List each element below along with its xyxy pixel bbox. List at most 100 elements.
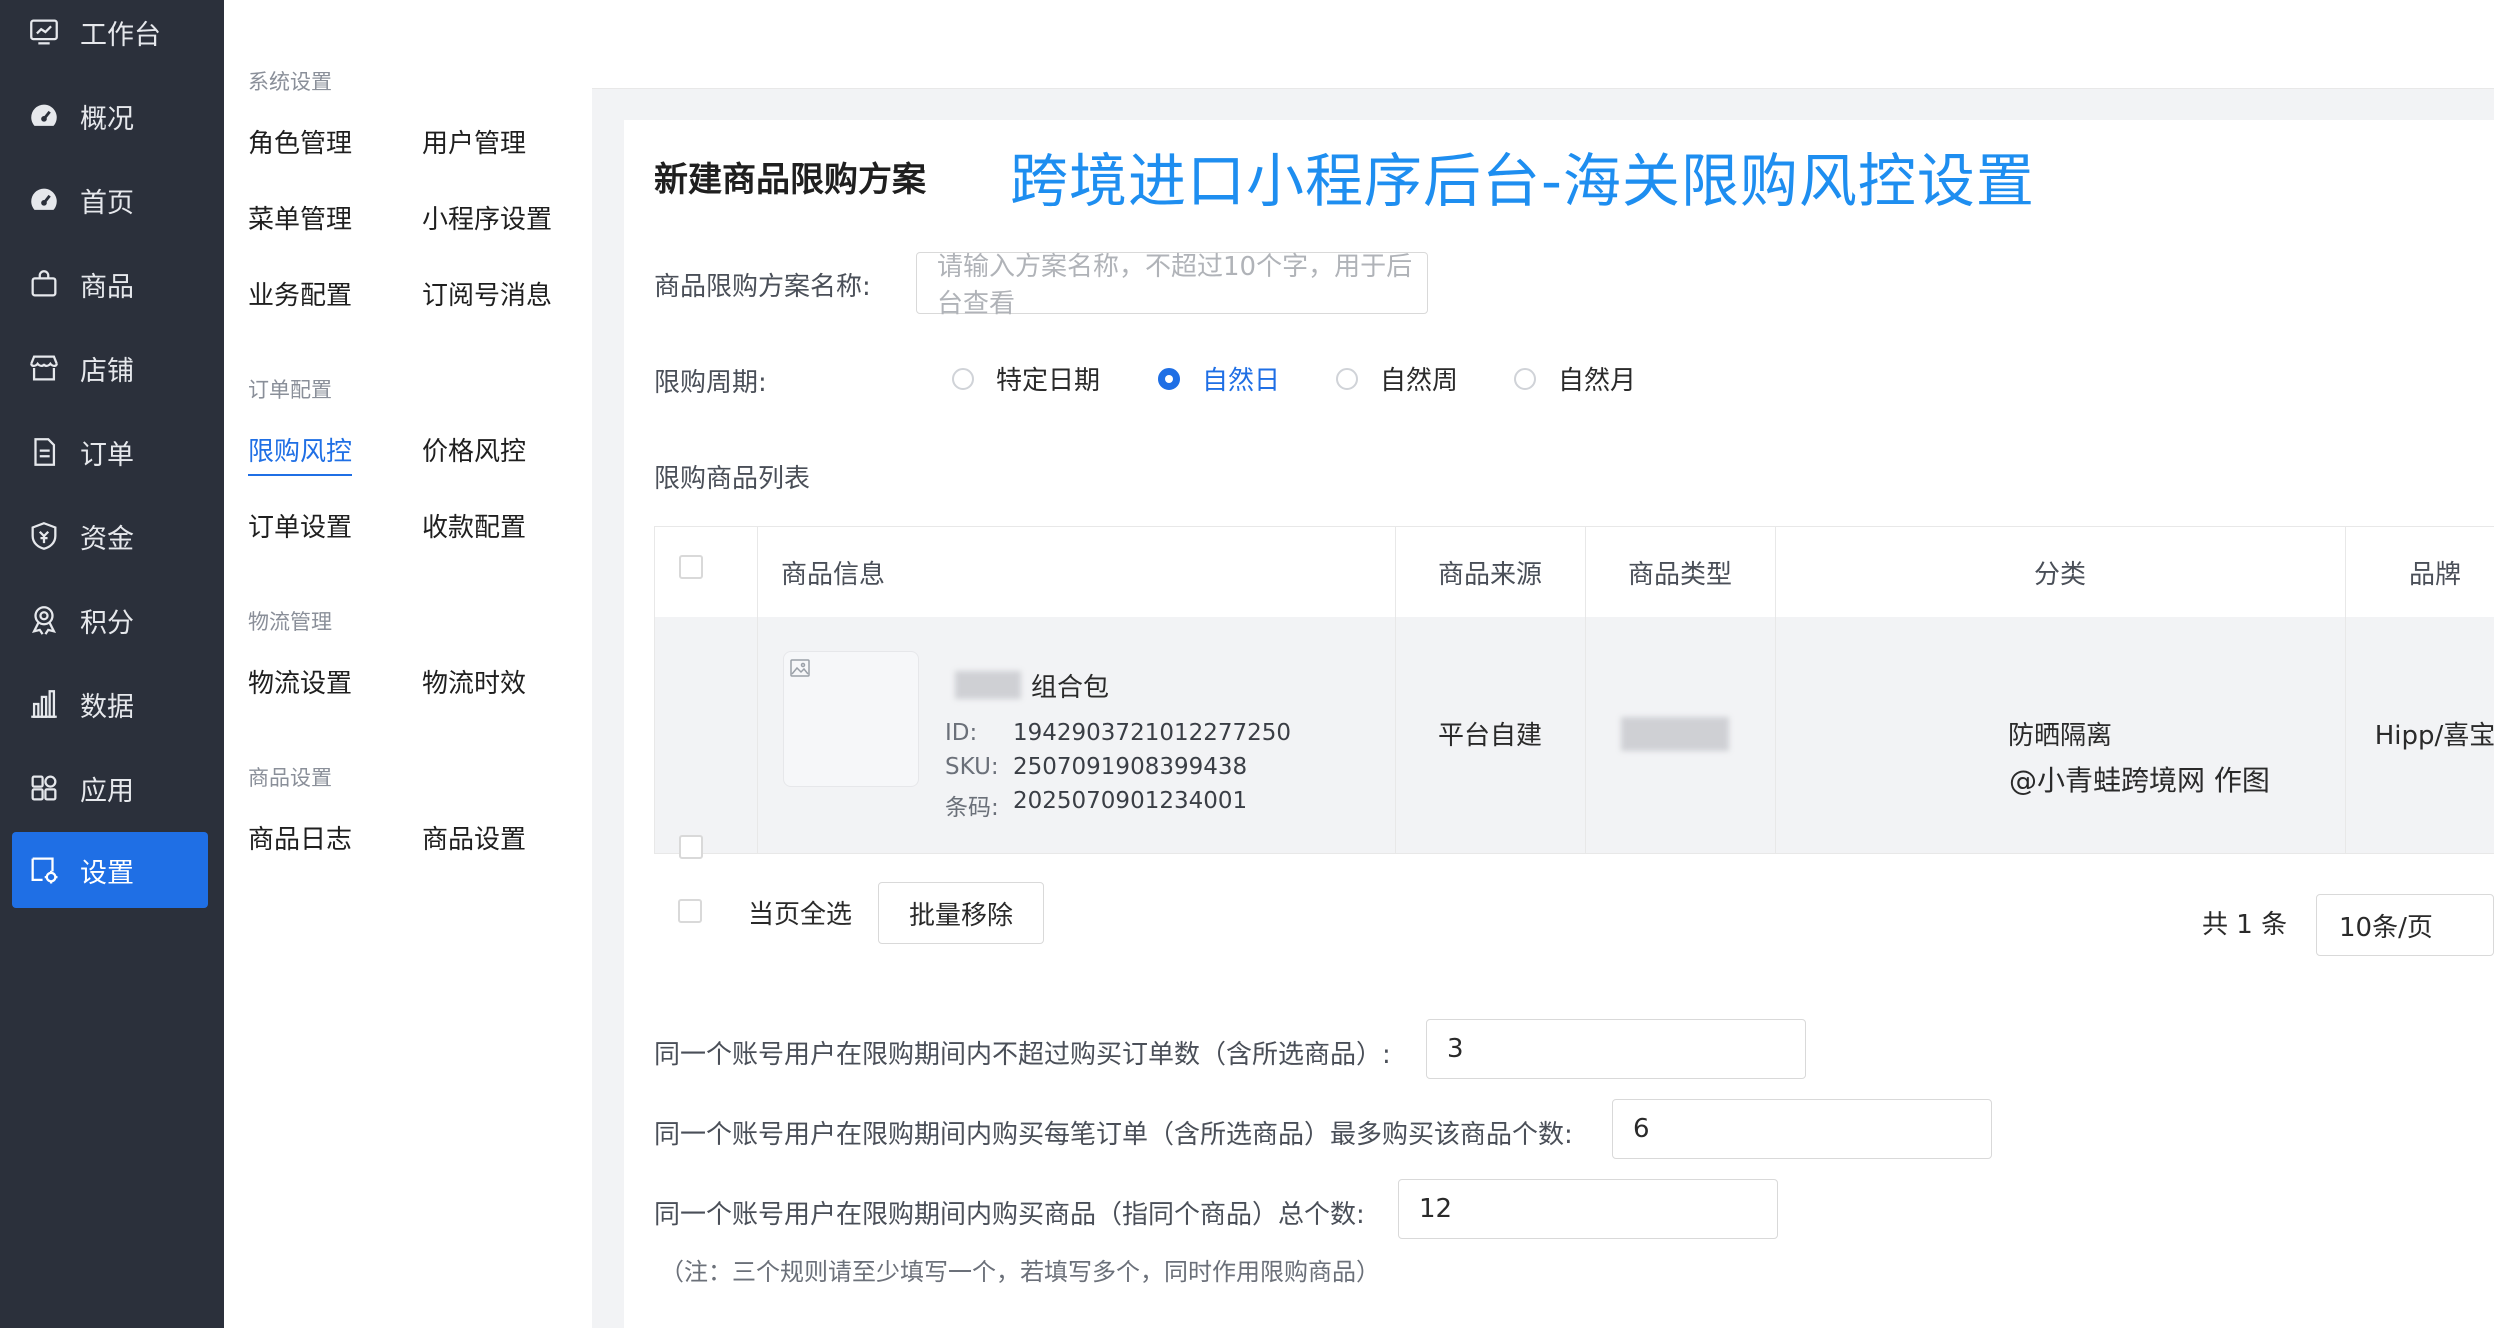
- radio-natural-week[interactable]: 自然周: [1336, 360, 1458, 397]
- radio-label: 自然日: [1202, 366, 1281, 396]
- product-sku-label: SKU:: [945, 754, 999, 780]
- submenu-group-title: 系统设置: [248, 70, 332, 94]
- column-divider: [757, 527, 758, 853]
- points-medal-icon: [26, 602, 62, 638]
- product-brand: Hipp/喜宝: [2374, 721, 2494, 751]
- settings-submenu: 系统设置 角色管理 用户管理 菜单管理 小程序设置 业务配置 订阅号消息 订单配…: [224, 0, 592, 1328]
- monitor-icon: [26, 14, 62, 50]
- submenu-link-order-settings[interactable]: 订单设置: [248, 507, 352, 544]
- submenu-link-payment[interactable]: 收款配置: [422, 507, 526, 544]
- sidebar-item-funds[interactable]: 资金: [12, 498, 208, 574]
- sidebar-item-label: 数据: [80, 691, 134, 723]
- shopping-bag-icon: [26, 266, 62, 302]
- sidebar-item-label: 设置: [80, 857, 134, 889]
- radio-label: 自然周: [1380, 366, 1459, 396]
- bar-chart-icon: [26, 686, 62, 722]
- radio-label: 特定日期: [996, 366, 1101, 396]
- submenu-link-subscription[interactable]: 订阅号消息: [422, 275, 552, 312]
- column-header-category: 分类: [2033, 559, 2086, 590]
- settings-icon: [26, 852, 62, 888]
- column-header-source: 商品来源: [1437, 559, 1542, 590]
- limited-goods-table: 商品信息 商品来源 商品类型 分类 品牌 组合包 ID: 19429037210…: [654, 526, 2494, 859]
- order-document-icon: [26, 434, 62, 470]
- sidebar-item-label: 店铺: [80, 355, 134, 387]
- product-name: 组合包: [1031, 673, 1110, 703]
- submenu-group-title: 订单配置: [248, 378, 332, 402]
- submenu-link-menus[interactable]: 菜单管理: [248, 199, 352, 236]
- home-gauge-icon: [26, 182, 62, 218]
- product-source: 平台自建: [1437, 721, 1542, 751]
- rule-orders-label: 同一个账号用户在限购期间内不超过购买订单数（含所选商品）:: [654, 1040, 1391, 1070]
- main-sidebar: 工作台 概况 首页 商品 店铺 订单 资金 积分 数据 应用 设置: [0, 0, 224, 1328]
- product-id: 1942903721012277250: [1013, 720, 1292, 746]
- submenu-group-title: 商品设置: [248, 766, 332, 790]
- period-label: 限购周期:: [654, 368, 767, 398]
- total-count: 共 1 条: [2202, 910, 2288, 940]
- rule-per-order-input[interactable]: 6: [1612, 1099, 1992, 1159]
- page-select-all-label[interactable]: 当页全选: [748, 894, 852, 931]
- apps-grid-icon: [26, 770, 62, 806]
- sidebar-item-store[interactable]: 店铺: [12, 330, 208, 406]
- sidebar-item-label: 商品: [80, 271, 134, 303]
- product-barcode: 2025070901234001: [1013, 788, 1248, 814]
- product-barcode-label: 条码:: [945, 795, 999, 821]
- main-content-card: 新建商品限购方案 跨境进口小程序后台-海关限购风控设置 商品限购方案名称: 请输…: [624, 120, 2494, 1328]
- watermark-text: @小青蛙跨境网 作图: [2009, 764, 2270, 797]
- submenu-link-roles[interactable]: 角色管理: [248, 123, 352, 160]
- rule-total-label: 同一个账号用户在限购期间内购买商品（指同个商品）总个数:: [654, 1200, 1365, 1230]
- page-banner: 跨境进口小程序后台-海关限购风控设置: [1010, 147, 2035, 215]
- top-bar: [592, 0, 2494, 89]
- submenu-link-logistics-time[interactable]: 物流时效: [422, 663, 526, 700]
- sidebar-item-label: 订单: [80, 439, 134, 471]
- page-title: 新建商品限购方案: [654, 160, 926, 200]
- select-all-checkbox-header[interactable]: [679, 555, 703, 579]
- page-size-select[interactable]: 10条/页: [2316, 894, 2494, 956]
- sidebar-item-settings[interactable]: 设置: [12, 832, 208, 908]
- rule-orders-input[interactable]: 3: [1426, 1019, 1806, 1079]
- sidebar-item-home[interactable]: 首页: [12, 162, 208, 238]
- product-category: 防晒隔离: [2007, 721, 2112, 751]
- product-id-label: ID:: [945, 720, 978, 746]
- submenu-link-price-risk[interactable]: 价格风控: [422, 431, 526, 468]
- radio-label: 自然月: [1558, 366, 1637, 396]
- submenu-link-purchase-limit[interactable]: 限购风控: [248, 431, 353, 476]
- radio-circle-selected: [1158, 367, 1180, 390]
- submenu-link-business[interactable]: 业务配置: [248, 275, 352, 312]
- radio-circle: [1336, 367, 1358, 390]
- goods-list-label: 限购商品列表: [654, 464, 811, 494]
- sidebar-item-label: 概况: [80, 103, 134, 135]
- sidebar-item-workbench[interactable]: 工作台: [12, 0, 208, 70]
- radio-natural-month[interactable]: 自然月: [1514, 360, 1636, 397]
- submenu-link-goods-log[interactable]: 商品日志: [248, 819, 352, 856]
- sidebar-item-goods[interactable]: 商品: [12, 246, 208, 322]
- product-sku: 2507091908399438: [1013, 754, 1248, 780]
- store-icon: [26, 350, 62, 386]
- submenu-link-goods-settings[interactable]: 商品设置: [422, 819, 526, 856]
- rules-note: （注：三个规则请至少填写一个，若填写多个，同时作用限购商品）: [660, 1258, 1380, 1286]
- row-checkbox[interactable]: [679, 835, 703, 859]
- dashboard-gauge-icon: [26, 98, 62, 134]
- page-select-all-checkbox[interactable]: [678, 899, 702, 923]
- submenu-link-miniapp[interactable]: 小程序设置: [422, 199, 552, 236]
- column-header-brand: 品牌: [2408, 559, 2461, 590]
- radio-natural-day[interactable]: 自然日: [1158, 360, 1280, 397]
- batch-remove-button[interactable]: 批量移除: [878, 882, 1044, 944]
- plan-name-input[interactable]: 请输入方案名称，不超过10个字，用于后台查看: [916, 252, 1428, 319]
- sidebar-item-data[interactable]: 数据: [12, 666, 208, 742]
- column-header-info: 商品信息: [781, 559, 886, 590]
- blurred-product-type: [1621, 717, 1729, 751]
- submenu-link-logistics[interactable]: 物流设置: [248, 663, 352, 700]
- sidebar-item-label: 应用: [80, 775, 134, 807]
- column-header-type: 商品类型: [1627, 559, 1732, 590]
- sidebar-item-label: 首页: [80, 187, 134, 219]
- sidebar-item-orders[interactable]: 订单: [12, 414, 208, 490]
- image-placeholder-icon: [788, 656, 812, 684]
- sidebar-item-points[interactable]: 积分: [12, 582, 208, 658]
- plan-name-label: 商品限购方案名称:: [654, 272, 871, 302]
- radio-specific-date[interactable]: 特定日期: [952, 360, 1100, 397]
- submenu-link-users[interactable]: 用户管理: [422, 123, 526, 160]
- sidebar-item-apps[interactable]: 应用: [12, 750, 208, 826]
- sidebar-item-overview[interactable]: 概况: [12, 78, 208, 154]
- sidebar-item-label: 工作台: [80, 19, 161, 51]
- rule-total-input[interactable]: 12: [1398, 1179, 1778, 1239]
